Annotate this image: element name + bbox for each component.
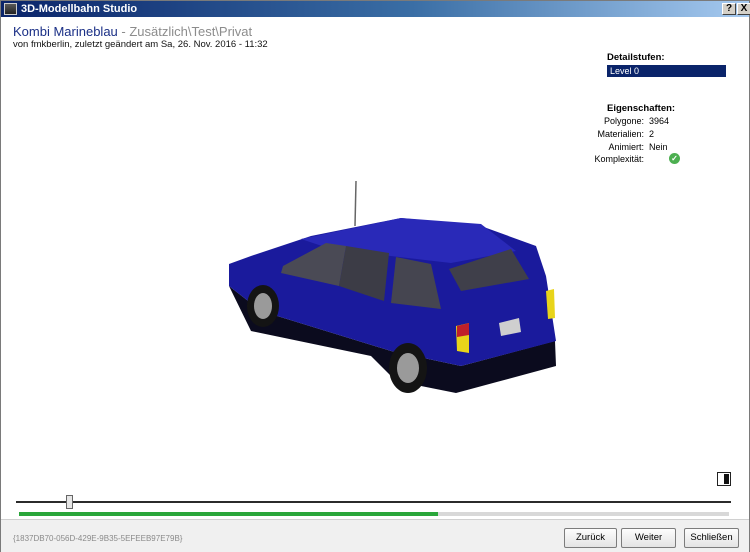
slider-track[interactable] bbox=[16, 501, 731, 503]
model-name: Kombi Marineblau bbox=[13, 24, 118, 39]
property-key: Materialien: bbox=[597, 129, 644, 139]
hubcap-shape bbox=[254, 293, 272, 319]
help-button[interactable]: ? bbox=[722, 3, 736, 15]
property-row: Materialien: 2 bbox=[581, 129, 741, 141]
property-value: 2 bbox=[649, 129, 655, 139]
property-row: Komplexität: bbox=[581, 154, 741, 166]
model-guid: {1837DB70-056D-429E-9B35-5EFEEB97E79B} bbox=[13, 534, 183, 543]
close-window-button[interactable]: X bbox=[737, 3, 750, 15]
slider-thumb[interactable] bbox=[66, 495, 74, 509]
property-key: Animiert: bbox=[608, 142, 644, 152]
progress-fill bbox=[19, 512, 438, 516]
properties-label: Eigenschaften: bbox=[607, 103, 676, 114]
hubcap-shape bbox=[397, 353, 419, 383]
window-title: 3D-Modellbahn Studio bbox=[21, 3, 138, 15]
next-button[interactable]: Weiter bbox=[621, 528, 676, 548]
model-path: - Zusätzlich\Test\Privat bbox=[117, 24, 253, 39]
property-key: Komplexität: bbox=[594, 154, 644, 164]
close-button[interactable]: Schließen bbox=[684, 528, 739, 548]
property-row: Polygone: 3964 bbox=[581, 116, 741, 128]
property-row: Animiert: Nein bbox=[581, 142, 741, 154]
page-title: Kombi Marineblau - Zusätzlich\Test\Priva… bbox=[13, 24, 252, 39]
antenna-shape bbox=[354, 180, 357, 227]
model-viewport[interactable] bbox=[151, 161, 591, 421]
back-button[interactable]: Zurück bbox=[564, 528, 617, 548]
property-value: 3964 bbox=[649, 116, 670, 126]
toggle-panel-icon[interactable] bbox=[717, 472, 731, 486]
model-subtitle: von fmkberlin, zuletzt geändert am Sa, 2… bbox=[13, 39, 268, 50]
progress-bar bbox=[19, 512, 729, 516]
details-label: Detailstufen: bbox=[607, 52, 665, 63]
check-circle-icon: ✓ bbox=[669, 153, 680, 164]
title-bar[interactable]: 3D-Modellbahn Studio ? X bbox=[1, 1, 750, 17]
level-list-item[interactable]: Level 0 bbox=[607, 65, 726, 77]
dialog-window: 3D-Modellbahn Studio ? X Kombi Marinebla… bbox=[0, 0, 750, 552]
property-key: Polygone: bbox=[603, 116, 644, 126]
footer-bar: {1837DB70-056D-429E-9B35-5EFEEB97E79B} Z… bbox=[1, 519, 749, 552]
property-value: Nein bbox=[649, 142, 668, 152]
app-icon bbox=[4, 3, 17, 15]
